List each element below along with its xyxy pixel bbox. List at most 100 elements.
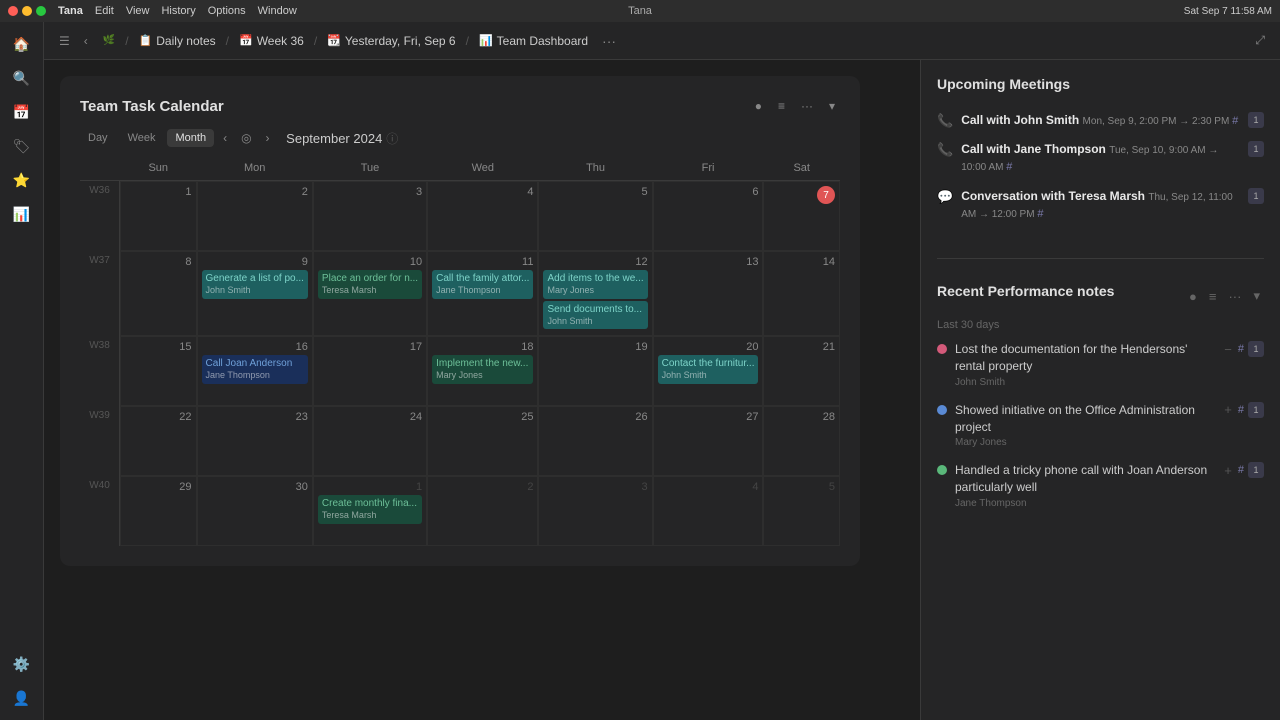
- toolbar-more-button[interactable]: ···: [602, 33, 616, 49]
- cal-cell-sep13[interactable]: 13: [653, 251, 764, 336]
- cal-cell-sep21[interactable]: 21: [763, 336, 840, 406]
- toolbar: ☰ ‹ 🌿 / 📋 Daily notes / 📅 Week 36 / 📆 Ye…: [44, 22, 1280, 60]
- cal-cell-sep5[interactable]: 5: [538, 181, 652, 251]
- event-implement-new[interactable]: Implement the new... Mary Jones: [432, 355, 533, 384]
- event-call-family[interactable]: Call the family attor... Jane Thompson: [432, 270, 533, 299]
- cal-cell-oct1[interactable]: 1 Create monthly fina... Teresa Marsh: [313, 476, 427, 546]
- cal-cell-sep14[interactable]: 14: [763, 251, 840, 336]
- perf-hash-2[interactable]: #: [1238, 404, 1244, 416]
- meeting-hash-1[interactable]: #: [1232, 115, 1238, 127]
- meeting-hash-3[interactable]: #: [1037, 208, 1043, 220]
- menu-edit[interactable]: Edit: [95, 5, 114, 17]
- cal-cell-sep1[interactable]: 1: [120, 181, 197, 251]
- view-month-btn[interactable]: Month: [167, 129, 214, 147]
- perf-hash-1[interactable]: #: [1238, 343, 1244, 355]
- cal-cell-sep9[interactable]: 9 Generate a list of po... John Smith: [197, 251, 313, 336]
- breadcrumb-week36[interactable]: 📅 Week 36: [233, 32, 310, 50]
- cal-cell-sep4[interactable]: 4: [427, 181, 538, 251]
- calendar-more-btn[interactable]: ···: [796, 96, 818, 116]
- cal-cell-sep6[interactable]: 6: [653, 181, 764, 251]
- cal-cell-sep19[interactable]: 19: [538, 336, 652, 406]
- meeting-hash-2[interactable]: #: [1006, 161, 1012, 173]
- sidebar-settings-icon[interactable]: ⚙️: [8, 650, 36, 678]
- breadcrumb-yesterday[interactable]: 📆 Yesterday, Fri, Sep 6: [321, 32, 461, 50]
- cal-cell-sep28[interactable]: 28: [763, 406, 840, 476]
- calendar-title: Team Task Calendar: [80, 98, 750, 115]
- mac-time: Sat Sep 7 11:58 AM: [1184, 6, 1272, 17]
- cal-cell-sep25[interactable]: 25: [427, 406, 538, 476]
- mac-traffic-lights[interactable]: [8, 6, 46, 16]
- view-day-btn[interactable]: Day: [80, 129, 116, 147]
- cal-cell-sep30[interactable]: 30: [197, 476, 313, 546]
- calendar-collapse-btn[interactable]: ▾: [824, 96, 840, 116]
- perf-dot-btn[interactable]: ●: [1185, 287, 1201, 306]
- cal-cell-sep20[interactable]: 20 Contact the furnitur... John Smith: [653, 336, 764, 406]
- menu-options[interactable]: Options: [208, 5, 246, 17]
- sidebar-chart-icon[interactable]: 📊: [8, 200, 36, 228]
- perf-plus-btn-3[interactable]: +: [1222, 463, 1234, 478]
- cal-cell-sep10[interactable]: 10 Place an order for n... Teresa Marsh: [313, 251, 427, 336]
- cal-cell-oct5[interactable]: 5: [763, 476, 840, 546]
- cal-cell-sep2[interactable]: 2: [197, 181, 313, 251]
- cal-cell-sep3[interactable]: 3: [313, 181, 427, 251]
- sidebar-calendar-icon[interactable]: 📅: [8, 98, 36, 126]
- cal-cell-oct2[interactable]: 2: [427, 476, 538, 546]
- sidebar-toggle-button[interactable]: ☰: [54, 31, 75, 51]
- perf-more-btn[interactable]: ···: [1224, 287, 1245, 306]
- meeting-item-jane: 📞 Call with Jane Thompson Tue, Sep 10, 9…: [937, 141, 1264, 175]
- sidebar-user-icon[interactable]: 👤: [8, 684, 36, 712]
- col-wed: Wed: [427, 156, 538, 181]
- calendar-next-btn[interactable]: ›: [261, 128, 275, 148]
- menu-history[interactable]: History: [161, 5, 195, 17]
- sidebar-home-icon[interactable]: 🏠: [8, 30, 36, 58]
- calendar-list-btn[interactable]: ≡: [773, 96, 790, 116]
- perf-dot-2: [937, 405, 947, 415]
- cal-cell-sep24[interactable]: 24: [313, 406, 427, 476]
- cal-cell-sep15[interactable]: 15: [120, 336, 197, 406]
- expand-button[interactable]: ⤢: [1250, 30, 1270, 51]
- breadcrumb-tana-logo[interactable]: 🌿: [97, 33, 121, 48]
- perf-collapse-btn[interactable]: ▾: [1249, 286, 1264, 306]
- calendar-dot-btn[interactable]: ●: [750, 96, 767, 116]
- breadcrumb-sep-3: /: [314, 34, 317, 48]
- cal-cell-sep23[interactable]: 23: [197, 406, 313, 476]
- cal-cell-sep26[interactable]: 26: [538, 406, 652, 476]
- cal-cell-sep27[interactable]: 27: [653, 406, 764, 476]
- menu-window[interactable]: Window: [258, 5, 297, 17]
- event-create-monthly[interactable]: Create monthly fina... Teresa Marsh: [318, 495, 422, 524]
- breadcrumb-daily-notes[interactable]: 📋 Daily notes: [133, 32, 222, 50]
- sidebar-search-icon[interactable]: 🔍: [8, 64, 36, 92]
- sidebar-star-icon[interactable]: ⭐: [8, 166, 36, 194]
- calendar-today-btn[interactable]: ◎: [236, 128, 256, 148]
- view-week-btn[interactable]: Week: [120, 129, 164, 147]
- event-add-items[interactable]: Add items to the we... Mary Jones: [543, 270, 647, 299]
- breadcrumb-team-dashboard[interactable]: 📊 Team Dashboard: [473, 32, 594, 50]
- menu-view[interactable]: View: [126, 5, 150, 17]
- event-generate-list[interactable]: Generate a list of po... John Smith: [202, 270, 308, 299]
- sidebar-tag-icon[interactable]: 🏷: [8, 132, 36, 160]
- event-contact-furniture[interactable]: Contact the furnitur... John Smith: [658, 355, 759, 384]
- cal-cell-sep8[interactable]: 8: [120, 251, 197, 336]
- event-call-joan[interactable]: Call Joan Anderson Jane Thompson: [202, 355, 308, 384]
- calendar-prev-btn[interactable]: ‹: [218, 128, 232, 148]
- cal-cell-oct3[interactable]: 3: [538, 476, 652, 546]
- nav-back-button[interactable]: ‹: [79, 31, 93, 51]
- cal-cell-sep18[interactable]: 18 Implement the new... Mary Jones: [427, 336, 538, 406]
- cal-cell-sep17[interactable]: 17: [313, 336, 427, 406]
- perf-minus-btn-1[interactable]: −: [1222, 342, 1234, 357]
- week-label-w36: W36: [80, 181, 120, 251]
- event-send-docs[interactable]: Send documents to... John Smith: [543, 301, 647, 330]
- calendar-info-icon[interactable]: ⓘ: [386, 130, 398, 147]
- perf-list-btn[interactable]: ≡: [1205, 287, 1221, 306]
- event-place-order[interactable]: Place an order for n... Teresa Marsh: [318, 270, 422, 299]
- cal-cell-oct4[interactable]: 4: [653, 476, 764, 546]
- cal-cell-sep11[interactable]: 11 Call the family attor... Jane Thompso…: [427, 251, 538, 336]
- perf-plus-btn-2[interactable]: +: [1222, 402, 1234, 417]
- cal-cell-sep16[interactable]: 16 Call Joan Anderson Jane Thompson: [197, 336, 313, 406]
- cal-cell-sep7-today[interactable]: 7: [763, 181, 840, 251]
- cal-cell-sep29[interactable]: 29: [120, 476, 197, 546]
- perf-hash-3[interactable]: #: [1238, 464, 1244, 476]
- cal-cell-sep12[interactable]: 12 Add items to the we... Mary Jones Sen…: [538, 251, 652, 336]
- breadcrumb-week36-label: Week 36: [257, 34, 304, 48]
- cal-cell-sep22[interactable]: 22: [120, 406, 197, 476]
